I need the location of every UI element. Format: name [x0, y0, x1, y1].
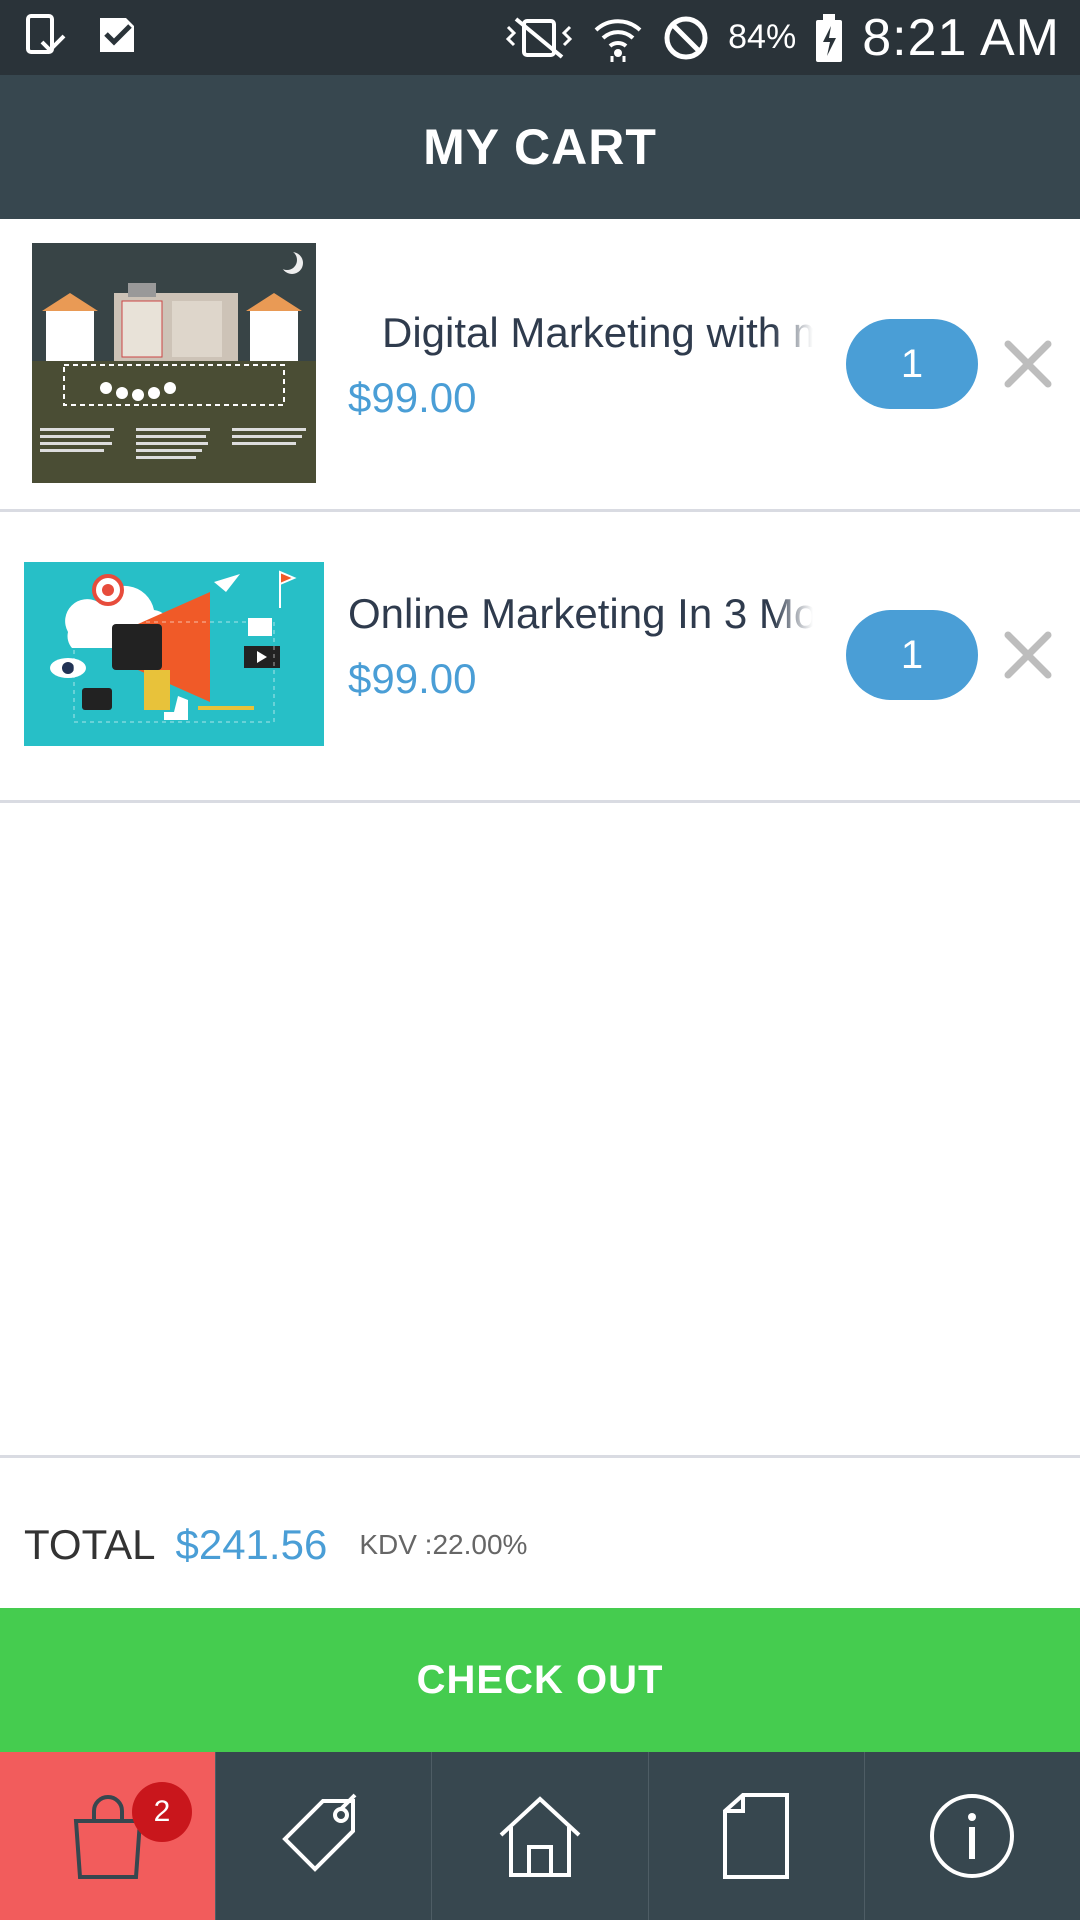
product-title[interactable]: Online Marketing In 3 Mo — [348, 590, 813, 638]
do-not-disturb-icon — [664, 16, 708, 59]
total-value: $241.56 — [175, 1521, 328, 1568]
page-title: MY CART — [423, 119, 657, 175]
vibrate-off-icon — [506, 16, 573, 59]
info-icon — [930, 1794, 1015, 1878]
cart-count-badge: 2 — [132, 1782, 192, 1842]
battery-charging-icon — [816, 13, 843, 62]
status-time: 8:21 AM — [862, 8, 1060, 67]
status-bar: 84% 8:21 AM — [0, 0, 1080, 75]
task-check-icon — [100, 18, 134, 52]
nav-pages[interactable] — [649, 1752, 865, 1920]
total-summary: TOTAL $241.56 KDV :22.00% — [24, 1510, 527, 1580]
device-download-icon — [26, 14, 66, 54]
product-title[interactable]: Digital Marketing with m — [348, 309, 813, 357]
battery-percent: 84% — [728, 18, 797, 56]
product-thumbnail[interactable] — [32, 243, 316, 483]
nav-cart[interactable]: 2 — [0, 1752, 217, 1920]
remove-item-icon[interactable] — [1002, 338, 1054, 390]
cart-item[interactable]: Online Marketing In 3 Mo $99.00 1 — [0, 510, 1080, 803]
quantity-button[interactable]: 1 — [846, 319, 978, 409]
product-price: $99.00 — [348, 655, 477, 702]
total-label: TOTAL — [24, 1521, 156, 1568]
home-icon — [499, 1796, 581, 1877]
remove-item-icon[interactable] — [1002, 629, 1054, 681]
nav-tags[interactable] — [216, 1752, 433, 1920]
tax-label: KDV :22.00% — [359, 1529, 528, 1560]
app-bar: MY CART — [0, 75, 1080, 219]
cart-item[interactable]: Digital Marketing with m $99.00 1 — [0, 219, 1080, 512]
product-thumbnail[interactable] — [24, 562, 324, 746]
checkout-button[interactable]: CHECK OUT — [0, 1608, 1080, 1752]
bottom-nav: 2 — [0, 1752, 1080, 1920]
nav-info[interactable] — [865, 1752, 1080, 1920]
product-price: $99.00 — [348, 374, 477, 421]
page-icon — [723, 1793, 790, 1879]
checkout-label: CHECK OUT — [416, 1657, 664, 1702]
divider — [0, 1455, 1080, 1458]
wifi-icon — [594, 18, 642, 62]
nav-home[interactable] — [432, 1752, 649, 1920]
tag-icon — [281, 1793, 357, 1872]
quantity-button[interactable]: 1 — [846, 610, 978, 700]
